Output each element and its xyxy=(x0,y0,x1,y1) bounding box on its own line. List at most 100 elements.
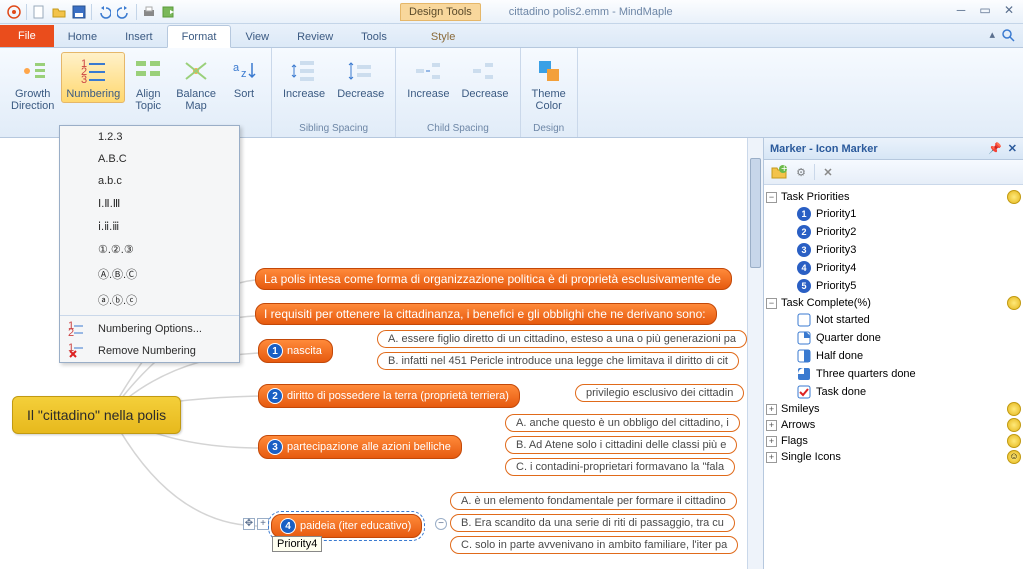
minimize-icon[interactable]: ─ xyxy=(953,3,969,17)
tree-item-priority1[interactable]: 1Priority1 xyxy=(766,205,1021,223)
quick-access-toolbar: Design Tools cittadino polis2.emm - Mind… xyxy=(0,0,1023,24)
tab-view[interactable]: View xyxy=(231,26,283,47)
print-icon[interactable] xyxy=(140,3,158,21)
marker-settings-icon[interactable]: ⚙ xyxy=(792,163,810,181)
tree-item-done[interactable]: Task done xyxy=(766,383,1021,401)
open-icon[interactable] xyxy=(50,3,68,21)
delete-marker-icon[interactable]: ✕ xyxy=(819,163,837,181)
numbering-circled-123[interactable]: ①.②.③ xyxy=(60,238,239,261)
numbering-circled-ABC[interactable]: Ⓐ.Ⓑ.Ⓒ xyxy=(60,261,239,287)
leaf-3c[interactable]: C. i contadini-proprietari formavano la … xyxy=(505,458,735,476)
numbering-ABC[interactable]: A.B.C xyxy=(60,148,239,170)
growth-direction-button[interactable]: Growth Direction xyxy=(6,52,59,115)
contextual-tab-label: Design Tools xyxy=(400,3,481,21)
branch-terra[interactable]: 2diritto di possedere la terra (propriet… xyxy=(258,384,520,408)
svg-text:3: 3 xyxy=(81,74,87,85)
close-icon[interactable]: ✕ xyxy=(1001,3,1017,17)
scrollbar-thumb[interactable] xyxy=(750,158,761,268)
tree-item-notstarted[interactable]: Not started xyxy=(766,311,1021,329)
svg-text:z: z xyxy=(241,68,247,80)
tree-item-priority3[interactable]: 3Priority3 xyxy=(766,241,1021,259)
add-marker-icon[interactable]: + xyxy=(770,163,788,181)
tree-group-arrows[interactable]: +Arrows xyxy=(766,417,1021,433)
tree-item-priority4[interactable]: 4Priority4 xyxy=(766,259,1021,277)
tree-item-half[interactable]: Half done xyxy=(766,347,1021,365)
child-increase-button[interactable]: Increase xyxy=(402,52,454,103)
sibling-increase-button[interactable]: Increase xyxy=(278,52,330,103)
tab-home[interactable]: Home xyxy=(54,26,111,47)
numbering-circled-abc[interactable]: ⓐ.ⓑ.ⓒ xyxy=(60,287,239,313)
tab-style[interactable]: Style xyxy=(417,26,469,47)
numbering-roman-lower[interactable]: ⅰ.ⅱ.ⅲ xyxy=(60,215,239,238)
undo-icon[interactable] xyxy=(95,3,113,21)
ribbon-minimize-icon[interactable]: ▴ xyxy=(989,28,995,47)
tree-group-singleicons[interactable]: +Single Icons☺ xyxy=(766,449,1021,465)
tab-file[interactable]: File xyxy=(0,25,54,47)
numbering-button[interactable]: 123Numbering xyxy=(61,52,125,103)
svg-text:+: + xyxy=(781,164,787,175)
search-icon[interactable] xyxy=(1001,28,1017,47)
leaf-1a[interactable]: A. essere figlio diretto di un cittadino… xyxy=(377,330,747,348)
numbering-roman-upper[interactable]: Ⅰ.Ⅱ.Ⅲ xyxy=(60,192,239,215)
tab-tools[interactable]: Tools xyxy=(347,26,401,47)
export-icon[interactable] xyxy=(160,3,178,21)
branch-1[interactable]: La polis intesa come forma di organizzaz… xyxy=(255,268,732,290)
leaf-3b[interactable]: B. Ad Atene solo i cittadini delle class… xyxy=(505,436,737,454)
expand-handle-icon[interactable]: + xyxy=(257,518,269,530)
balance-map-button[interactable]: Balance Map xyxy=(171,52,221,115)
tree-item-threequarters[interactable]: Three quarters done xyxy=(766,365,1021,383)
tree-item-priority2[interactable]: 2Priority2 xyxy=(766,223,1021,241)
numbering-dropdown: 1.2.3 A.B.C a.b.c Ⅰ.Ⅱ.Ⅲ ⅰ.ⅱ.ⅲ ①.②.③ Ⓐ.Ⓑ.… xyxy=(59,125,240,363)
redo-icon[interactable] xyxy=(115,3,133,21)
leaf-4c[interactable]: C. solo in parte avvenivano in ambito fa… xyxy=(450,536,738,554)
tree-item-quarter[interactable]: Quarter done xyxy=(766,329,1021,347)
marker-panel: Marker - Icon Marker 📌 ✕ + ⚙ ✕ −Task Prio… xyxy=(763,138,1023,569)
tree-item-priority5[interactable]: 5Priority5 xyxy=(766,277,1021,295)
sibling-decrease-button[interactable]: Decrease xyxy=(332,52,389,103)
svg-text:2: 2 xyxy=(68,327,74,337)
branch-2[interactable]: I requisiti per ottenere la cittadinanza… xyxy=(255,303,717,325)
collapse-handle-icon[interactable]: − xyxy=(435,518,447,530)
ribbon-tabs: File Home Insert Format View Review Tool… xyxy=(0,24,1023,48)
coin-icon xyxy=(1007,296,1021,310)
tree-group-complete[interactable]: −Task Complete(%) xyxy=(766,295,1021,311)
leaf-1b[interactable]: B. infatti nel 451 Pericle introduce una… xyxy=(377,352,739,370)
window-title: cittadino polis2.emm - MindMaple xyxy=(509,6,673,18)
branch-nascita[interactable]: 1nascita xyxy=(258,339,333,363)
align-topic-button[interactable]: Align Topic xyxy=(127,52,169,115)
leaf-2a[interactable]: privilegio esclusivo dei cittadin xyxy=(575,384,744,402)
tree-group-smileys[interactable]: +Smileys xyxy=(766,401,1021,417)
leaf-3a[interactable]: A. anche questo è un obbligo del cittadi… xyxy=(505,414,740,432)
branch-belliche[interactable]: 3partecipazione alle azioni belliche xyxy=(258,435,462,459)
tooltip: Priority4 xyxy=(272,536,322,552)
child-decrease-button[interactable]: Decrease xyxy=(456,52,513,103)
tab-insert[interactable]: Insert xyxy=(111,26,167,47)
panel-title: Marker - Icon Marker xyxy=(770,143,878,155)
numbering-options[interactable]: 12Numbering Options... xyxy=(60,318,239,340)
remove-numbering[interactable]: 1Remove Numbering xyxy=(60,340,239,362)
leaf-4b[interactable]: B. Era scandito da una serie di riti di … xyxy=(450,514,735,532)
leaf-4a[interactable]: A. è un elemento fondamentale per formar… xyxy=(450,492,737,510)
priority-badge-1: 1 xyxy=(267,343,283,359)
theme-color-button[interactable]: Theme Color xyxy=(527,52,571,115)
coin-icon xyxy=(1007,434,1021,448)
svg-text:a: a xyxy=(233,62,240,74)
restore-icon[interactable]: ▭ xyxy=(977,3,993,17)
central-topic[interactable]: Il "cittadino" nella polis xyxy=(12,396,181,434)
panel-close-icon[interactable]: ✕ xyxy=(1008,143,1017,155)
tree-group-priorities[interactable]: −Task Priorities xyxy=(766,189,1021,205)
coin-icon xyxy=(1007,190,1021,204)
numbering-abc[interactable]: a.b.c xyxy=(60,170,239,192)
tree-group-flags[interactable]: +Flags xyxy=(766,433,1021,449)
vertical-scrollbar[interactable] xyxy=(747,138,763,569)
sort-button[interactable]: azSort xyxy=(223,52,265,103)
new-icon[interactable] xyxy=(30,3,48,21)
tab-format[interactable]: Format xyxy=(167,25,232,48)
save-icon[interactable] xyxy=(70,3,88,21)
tab-review[interactable]: Review xyxy=(283,26,347,47)
numbering-123[interactable]: 1.2.3 xyxy=(60,126,239,148)
move-handle-icon[interactable]: ✥ xyxy=(243,518,255,530)
app-icon[interactable] xyxy=(5,3,23,21)
branch-paideia[interactable]: 4paideia (iter educativo) xyxy=(271,514,422,538)
pin-icon[interactable]: 📌 xyxy=(988,143,1002,155)
